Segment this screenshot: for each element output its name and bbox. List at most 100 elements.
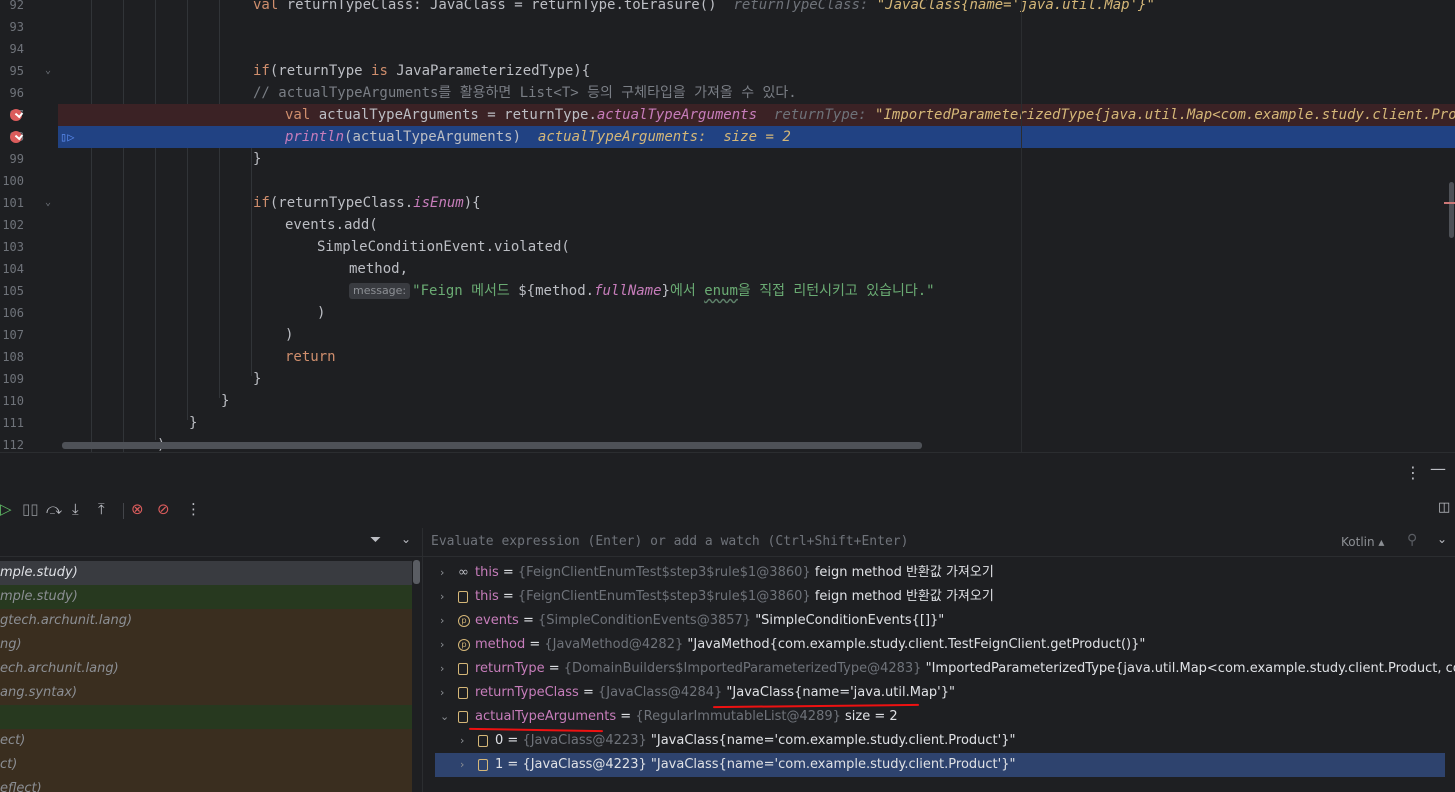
line-number[interactable]: 112 (0, 434, 24, 452)
line-number[interactable]: 99 (0, 148, 24, 170)
code-line[interactable]: method, (58, 258, 1455, 280)
line-number[interactable]: 107 (0, 324, 24, 346)
code-line[interactable]: return (58, 346, 1455, 368)
breakpoint-icon[interactable] (10, 131, 22, 143)
line-number[interactable]: 109 (0, 368, 24, 390)
code-line[interactable]: ) (58, 324, 1455, 346)
line-number[interactable]: 95 (0, 60, 24, 82)
variable-type: {DomainBuilders$ImportedParameterizedTyp… (563, 661, 922, 676)
expand-chevron-right-icon[interactable]: › (440, 681, 444, 705)
code-line[interactable] (58, 170, 1455, 192)
code-line[interactable]: println(actualTypeArguments) actualTypeA… (58, 126, 1455, 148)
stack-frame[interactable]: ect) (0, 729, 412, 753)
line-number[interactable]: 93 (0, 16, 24, 38)
variable-row[interactable]: ⌄ actualTypeArguments = {RegularImmutable… (423, 705, 1455, 729)
stack-frame[interactable]: eflect) (0, 777, 412, 792)
line-number[interactable]: 105 (0, 280, 24, 302)
variable-row[interactable]: › p method = {JavaMethod@4282} "JavaMethod… (423, 633, 1455, 657)
more-actions-icon[interactable]: ⋮ (186, 500, 201, 518)
step-out-icon[interactable]: ⤒ (98, 500, 105, 518)
variable-row[interactable]: › p events = {SimpleConditionEvents@3857} … (423, 609, 1455, 633)
fold-icon[interactable]: ⌄ (45, 192, 55, 214)
add-watch-icon[interactable]: ⚲ (1407, 532, 1417, 548)
frames-scrollbar[interactable] (413, 560, 420, 584)
evaluate-expression-input[interactable]: Evaluate expression (Enter) or add a wat… (431, 528, 908, 556)
stack-frame[interactable]: gtech.archunit.lang) (0, 609, 412, 633)
line-number[interactable]: 102 (0, 214, 24, 236)
vertical-scrollbar[interactable] (1449, 182, 1454, 238)
language-label: Kotlin (1341, 535, 1375, 549)
code-line[interactable]: ) (58, 302, 1455, 324)
code-line[interactable]: } (58, 148, 1455, 170)
code-line[interactable]: val returnTypeClass: JavaClass = returnT… (58, 0, 1455, 16)
chevron-down-icon[interactable]: ⌄ (401, 532, 411, 546)
variable-row[interactable]: › returnTypeClass = {JavaClass@4284} "Jav… (423, 681, 1455, 705)
code-line[interactable] (58, 38, 1455, 60)
code-line[interactable]: } (58, 390, 1455, 412)
view-breakpoints-icon[interactable]: ⊗ (131, 500, 144, 518)
code-line[interactable]: if(returnType is JavaParameterizedType){ (58, 60, 1455, 82)
stack-frame[interactable]: mple.study) (0, 561, 412, 585)
code-line[interactable]: events.add( (58, 214, 1455, 236)
line-number[interactable]: 101 (0, 192, 24, 214)
variables-panel: Evaluate expression (Enter) or add a wat… (423, 528, 1455, 792)
variable-row[interactable]: › returnType = {DomainBuilders$ImportedPa… (423, 657, 1455, 681)
editor-gutter[interactable]: 92939495⌄96979899100101⌄1021031041051061… (0, 0, 58, 452)
line-number[interactable]: 106 (0, 302, 24, 324)
language-selector[interactable]: Kotlin ▴ (1341, 528, 1384, 556)
variable-row[interactable]: › 1 = {JavaClass@4223} "JavaClass{name='c… (435, 753, 1445, 777)
code-line[interactable]: } (58, 412, 1455, 434)
stack-frame[interactable]: ng) (0, 633, 412, 657)
code-line[interactable]: val actualTypeArguments = returnType.act… (58, 104, 1455, 126)
line-number[interactable]: 110 (0, 390, 24, 412)
stack-frame[interactable]: ang.syntax) (0, 681, 412, 705)
minimize-icon[interactable]: — (1430, 459, 1446, 478)
expand-chevron-right-icon[interactable]: › (440, 585, 444, 609)
expand-chevron-right-icon[interactable]: › (440, 657, 444, 681)
pause-icon[interactable]: ▯▯ (22, 500, 39, 518)
expand-chevron-right-icon[interactable]: › (460, 729, 464, 753)
fold-icon[interactable]: ⌄ (45, 60, 55, 82)
line-number[interactable]: 104 (0, 258, 24, 280)
stack-frame[interactable]: ech.archunit.lang) (0, 657, 412, 681)
stack-frame[interactable]: ct) (0, 753, 412, 777)
parameter-icon: p (458, 639, 470, 651)
resume-icon[interactable]: ▷ (0, 500, 12, 518)
variable-row[interactable]: › 0 = {JavaClass@4223} "JavaClass{name='c… (423, 729, 1455, 753)
code-line[interactable]: SimpleConditionEvent.violated( (58, 236, 1455, 258)
code-line[interactable]: } (58, 368, 1455, 390)
line-number[interactable]: 96 (0, 82, 24, 104)
error-stripe-mark[interactable] (1444, 202, 1455, 204)
variable-row[interactable]: › ∞ this = {FeignClientEnumTest$step3$rule… (423, 561, 1455, 585)
code-token: (returnType (269, 63, 372, 79)
step-over-icon[interactable]: ⤼ (46, 500, 62, 518)
chevron-down-icon[interactable]: ⌄ (1437, 532, 1447, 546)
code-text: // actualTypeArguments를 활용하면 List<T> 등의 … (253, 82, 797, 104)
expand-chevron-down-icon[interactable]: ⌄ (440, 705, 449, 729)
stack-frame[interactable]: mple.study) (0, 585, 412, 609)
expand-chevron-right-icon[interactable]: › (440, 561, 444, 585)
line-number[interactable]: 94 (0, 38, 24, 60)
filter-icon[interactable]: ⏷ (370, 532, 381, 548)
code-line[interactable]: message: "Feign 메서드 ${method.fullName}에서 … (58, 280, 1455, 302)
expand-chevron-right-icon[interactable]: › (460, 753, 464, 777)
line-number[interactable]: 103 (0, 236, 24, 258)
more-options-icon[interactable]: ⋮ (1405, 463, 1421, 482)
horizontal-scrollbar[interactable] (62, 442, 922, 449)
line-number[interactable]: 111 (0, 412, 24, 434)
variable-row[interactable]: › this = {FeignClientEnumTest$step3$rule$… (423, 585, 1455, 609)
code-line[interactable]: // actualTypeArguments를 활용하면 List<T> 등의 … (58, 82, 1455, 104)
line-number[interactable]: 100 (0, 170, 24, 192)
expand-chevron-right-icon[interactable]: › (440, 609, 444, 633)
code-line[interactable] (58, 16, 1455, 38)
stack-frame[interactable] (0, 705, 412, 729)
layout-icon[interactable]: ◫ (1438, 500, 1450, 515)
line-number[interactable]: 108 (0, 346, 24, 368)
line-number[interactable]: 92 (0, 0, 24, 16)
mute-breakpoints-icon[interactable]: ⊘ (157, 500, 170, 518)
expand-chevron-right-icon[interactable]: › (440, 633, 444, 657)
code-editor[interactable]: 92939495⌄96979899100101⌄1021031041051061… (0, 0, 1455, 452)
code-line[interactable]: if(returnTypeClass.isEnum){ (58, 192, 1455, 214)
breakpoint-icon[interactable] (10, 109, 22, 121)
step-into-icon[interactable]: ⤓ (72, 500, 79, 518)
